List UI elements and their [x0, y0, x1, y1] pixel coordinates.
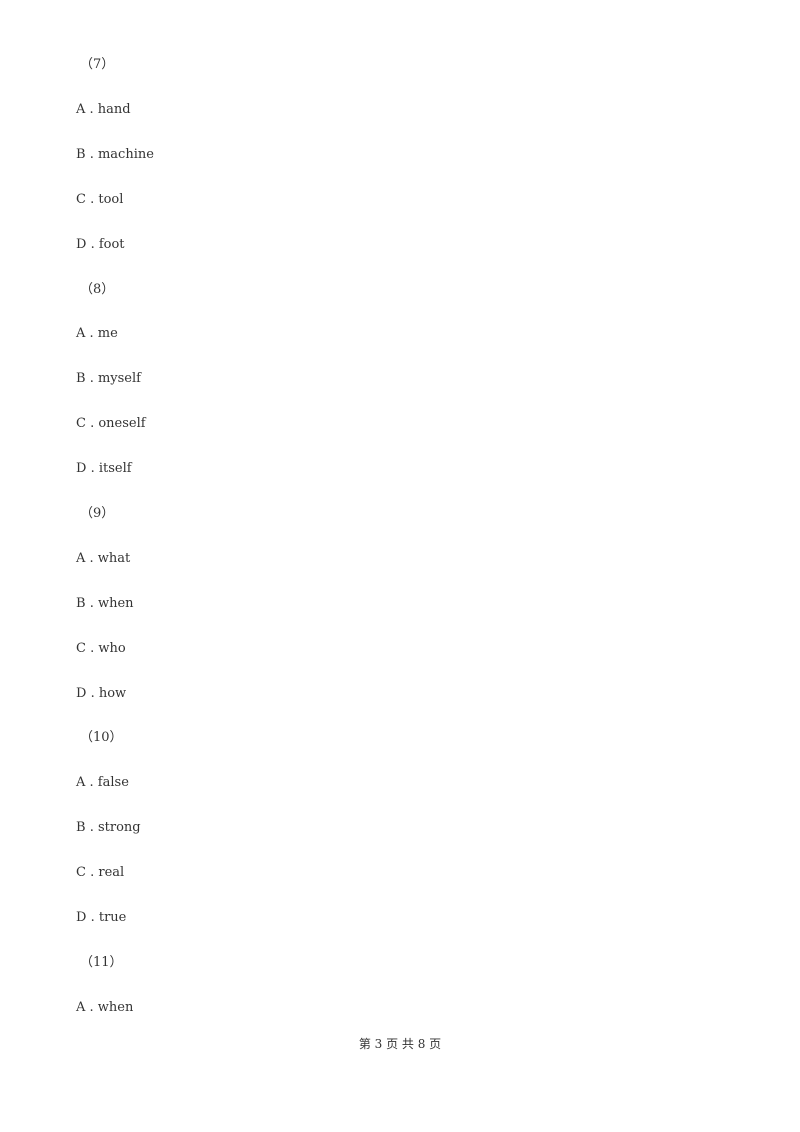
- option-letter: B: [76, 596, 86, 611]
- answer-option: C . who: [76, 641, 126, 657]
- option-separator: .: [85, 326, 98, 341]
- option-letter: D: [76, 461, 87, 476]
- option-letter: A: [76, 326, 86, 341]
- answer-option: A . when: [76, 1000, 133, 1016]
- option-text: itself: [98, 461, 132, 476]
- option-text: what: [97, 551, 131, 566]
- option-letter: C: [76, 416, 86, 431]
- answer-option: B . when: [76, 596, 134, 612]
- option-separator: .: [85, 865, 99, 880]
- option-text: when: [97, 596, 134, 611]
- answer-option: A . me: [76, 326, 118, 342]
- option-separator: .: [85, 820, 98, 835]
- option-text: tool: [98, 192, 124, 207]
- option-separator: .: [85, 596, 98, 611]
- option-letter: C: [76, 641, 86, 656]
- answer-option: D . itself: [76, 461, 132, 477]
- option-text: real: [98, 865, 125, 880]
- option-separator: .: [85, 147, 98, 162]
- option-text: strong: [97, 820, 141, 835]
- answer-option: B . machine: [76, 147, 154, 163]
- page-footer: 第 3 页 共 8 页: [358, 1037, 442, 1051]
- answer-option: D . true: [76, 910, 126, 926]
- answer-option: D . how: [76, 686, 126, 702]
- answer-option: D . foot: [76, 237, 125, 253]
- option-letter: C: [76, 192, 86, 207]
- answer-option: B . strong: [76, 820, 141, 836]
- option-separator: .: [85, 551, 98, 566]
- answer-option: C . real: [76, 865, 124, 881]
- option-letter: B: [76, 820, 86, 835]
- option-letter: D: [76, 910, 87, 925]
- option-text: hand: [97, 102, 131, 117]
- question-number: （8）: [80, 282, 115, 297]
- option-separator: .: [86, 237, 99, 252]
- option-separator: .: [85, 775, 98, 790]
- option-text: oneself: [98, 416, 146, 431]
- option-letter: A: [76, 775, 86, 790]
- answer-option: C . tool: [76, 192, 123, 208]
- question-number: （9）: [80, 506, 115, 521]
- option-separator: .: [85, 192, 99, 207]
- option-letter: D: [76, 237, 87, 252]
- option-text: when: [97, 1000, 134, 1015]
- question-number: （11）: [80, 955, 123, 970]
- option-separator: .: [86, 461, 99, 476]
- question-number: （10）: [80, 730, 123, 745]
- option-separator: .: [86, 686, 99, 701]
- option-separator: .: [85, 371, 98, 386]
- option-letter: D: [76, 686, 87, 701]
- answer-option: A . what: [76, 551, 130, 567]
- option-text: how: [98, 686, 127, 701]
- option-text: false: [97, 775, 129, 790]
- answer-option: A . false: [76, 775, 129, 791]
- option-text: foot: [98, 237, 125, 252]
- option-separator: .: [85, 1000, 98, 1015]
- option-text: machine: [97, 147, 154, 162]
- option-text: who: [98, 641, 126, 656]
- option-letter: A: [76, 102, 86, 117]
- answer-option: B . myself: [76, 371, 141, 387]
- option-letter: C: [76, 865, 86, 880]
- option-letter: B: [76, 371, 86, 386]
- answer-option: A . hand: [76, 102, 131, 118]
- option-letter: A: [76, 551, 86, 566]
- option-separator: .: [85, 102, 98, 117]
- option-text: myself: [97, 371, 141, 386]
- option-separator: .: [85, 641, 99, 656]
- option-letter: B: [76, 147, 86, 162]
- option-text: me: [97, 326, 118, 341]
- option-text: true: [98, 910, 127, 925]
- option-letter: A: [76, 1000, 86, 1015]
- option-separator: .: [85, 416, 99, 431]
- question-number: （7）: [80, 57, 115, 72]
- answer-option: C . oneself: [76, 416, 146, 432]
- option-separator: .: [86, 910, 99, 925]
